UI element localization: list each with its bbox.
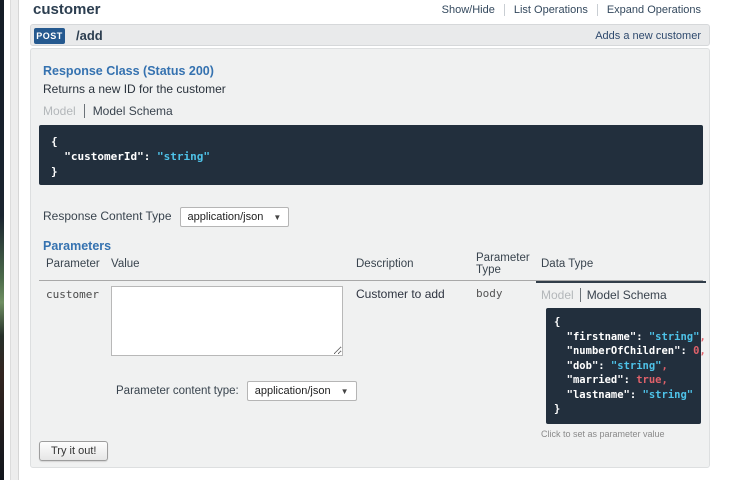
parameter-schema-code[interactable]: { "firstname": "string", "numberOfChildr…: [546, 308, 701, 424]
parameter-content-type-label: Parameter content type:: [116, 385, 239, 397]
swagger-operation-page: customer Show/HideList OperationsExpand …: [0, 0, 740, 480]
operation-header[interactable]: POST /add Adds a new customer: [30, 24, 710, 46]
col-parameter: Parameter: [46, 258, 100, 270]
try-it-out-button[interactable]: Try it out!: [39, 441, 108, 461]
parameter-description: Customer to add: [356, 287, 445, 301]
operation-body: Response Class (Status 200) Returns a ne…: [30, 48, 710, 468]
parameters-heading: Parameters: [43, 239, 111, 253]
operation-path[interactable]: /add: [76, 28, 103, 43]
operation-summary: Adds a new customer: [595, 30, 701, 42]
parameter-value-textarea[interactable]: [111, 286, 343, 356]
parameter-name: customer: [46, 288, 99, 301]
response-class-heading: Response Class (Status 200): [43, 64, 214, 78]
tab-model[interactable]: Model: [541, 288, 580, 302]
main-content: customer Show/HideList OperationsExpand …: [30, 0, 710, 480]
resource-title: customer: [33, 1, 101, 18]
response-content-type-row: Response Content Type application/json▼: [43, 207, 289, 227]
response-schema-code: { "customerId": "string"}: [39, 125, 703, 185]
data-type-cell: ModelModel Schema { "firstname": "string…: [536, 281, 706, 439]
tab-model[interactable]: Model: [43, 104, 84, 118]
schema-click-note: Click to set as parameter value: [541, 429, 706, 439]
http-method-badge[interactable]: POST: [34, 28, 65, 44]
expand-operations-link[interactable]: Expand Operations: [597, 4, 710, 16]
col-parameter-type: Parameter Type: [476, 252, 534, 276]
left-scrollbar-track[interactable]: [10, 0, 19, 480]
col-data-type: Data Type: [541, 258, 593, 270]
response-content-type-label: Response Content Type: [43, 209, 172, 223]
col-value: Value: [111, 258, 140, 270]
list-operations-link[interactable]: List Operations: [504, 4, 597, 16]
response-schema-tabs: ModelModel Schema: [43, 104, 173, 118]
desktop-edge-strip: [0, 0, 4, 480]
chevron-down-icon: ▼: [273, 213, 281, 222]
col-description: Description: [356, 258, 414, 270]
tab-model-schema[interactable]: Model Schema: [84, 104, 173, 118]
response-content-type-select[interactable]: application/json▼: [180, 207, 290, 227]
parameter-content-type-row: Parameter content type: application/json▼: [116, 381, 357, 401]
tab-model-schema[interactable]: Model Schema: [580, 288, 667, 302]
chevron-down-icon: ▼: [341, 387, 349, 396]
parameter-content-type-select[interactable]: application/json▼: [247, 381, 357, 401]
parameter-schema-tabs: ModelModel Schema: [541, 288, 706, 302]
show-hide-link[interactable]: Show/Hide: [433, 4, 504, 16]
parameter-type: body: [476, 287, 503, 300]
resource-actions: Show/HideList OperationsExpand Operation…: [433, 4, 710, 16]
response-class-description: Returns a new ID for the customer: [43, 82, 226, 96]
